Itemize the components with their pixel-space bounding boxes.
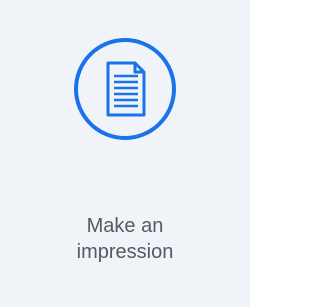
caption-line-1: Make an <box>86 215 164 237</box>
caption-line-2: impression <box>76 241 174 263</box>
feature-tile[interactable]: Make an impression <box>0 0 250 307</box>
tile-caption: Make an impression <box>0 213 250 265</box>
document-icon <box>72 36 178 142</box>
